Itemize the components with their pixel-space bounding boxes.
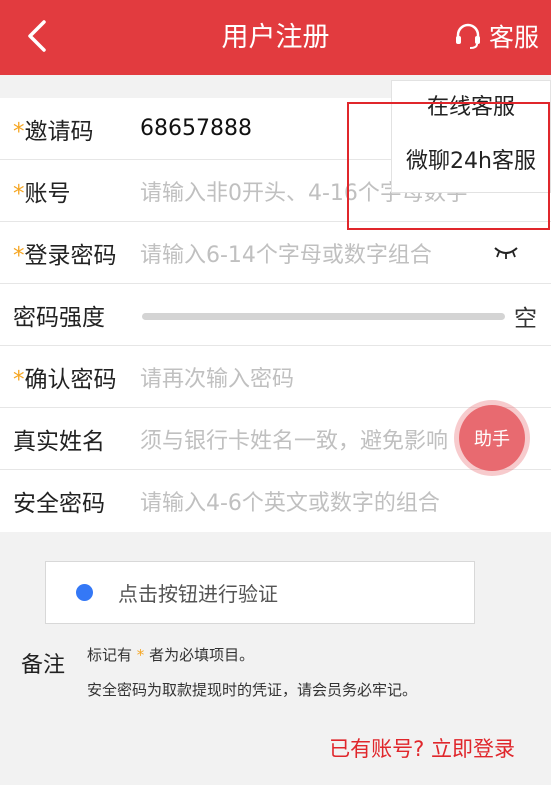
notes-line-2: 安全密码为取款提现时的凭证，请会员务必牢记。 bbox=[87, 681, 418, 699]
verify-dot-icon bbox=[76, 584, 93, 601]
menu-item-wechat-24h-service[interactable]: 微聊24h客服 bbox=[392, 135, 550, 189]
menu-item-online-service[interactable]: 在线客服 bbox=[392, 81, 550, 135]
password-strength-text: 空 bbox=[514, 306, 537, 332]
required-mark: * bbox=[13, 180, 25, 207]
assistant-button[interactable]: 助手 bbox=[459, 405, 525, 471]
required-mark: * bbox=[13, 118, 25, 145]
real-name-label: 真实姓名 bbox=[13, 428, 105, 455]
password-input[interactable]: 请输入6-14个字母或数字组合 bbox=[140, 237, 551, 269]
password-strength-label: 密码强度 bbox=[13, 304, 105, 331]
required-mark: * bbox=[136, 646, 145, 664]
confirm-password-input[interactable]: 请再次输入密码 bbox=[140, 361, 551, 393]
app-header: 用户注册 客服 bbox=[0, 0, 551, 75]
password-strength-row: 密码强度 空 bbox=[0, 284, 551, 346]
password-strength-bar bbox=[142, 313, 505, 320]
notes-line-1: 标记有 * 者为必填项目。 bbox=[87, 646, 255, 664]
required-mark: * bbox=[13, 366, 25, 393]
account-label: 账号 bbox=[24, 180, 71, 207]
verify-label: 点击按钮进行验证 bbox=[118, 582, 278, 606]
customer-service-label: 客服 bbox=[488, 23, 539, 52]
safe-password-label: 安全密码 bbox=[13, 491, 105, 517]
notes-title: 备注 bbox=[21, 653, 66, 678]
customer-service-menu: 在线客服 微聊24h客服 bbox=[391, 80, 551, 193]
captcha-verify-button[interactable]: 点击按钮进行验证 bbox=[45, 561, 475, 624]
password-label: 登录密码 bbox=[24, 242, 117, 269]
confirm-password-label: 确认密码 bbox=[24, 366, 117, 393]
eye-closed-icon[interactable] bbox=[493, 244, 519, 260]
confirm-password-row: *确认密码 请再次输入密码 bbox=[0, 346, 551, 408]
invite-code-label: 邀请码 bbox=[24, 118, 94, 145]
required-mark: * bbox=[13, 242, 25, 269]
customer-service-button[interactable]: 客服 bbox=[453, 14, 539, 58]
login-link[interactable]: 已有账号? 立即登录 bbox=[329, 733, 515, 763]
headset-icon bbox=[455, 23, 480, 49]
safe-password-row: 安全密码 请输入4-6个英文或数字的组合 bbox=[0, 470, 551, 532]
safe-password-input[interactable]: 请输入4-6个英文或数字的组合 bbox=[140, 485, 551, 517]
password-row: *登录密码 请输入6-14个字母或数字组合 bbox=[0, 222, 551, 284]
